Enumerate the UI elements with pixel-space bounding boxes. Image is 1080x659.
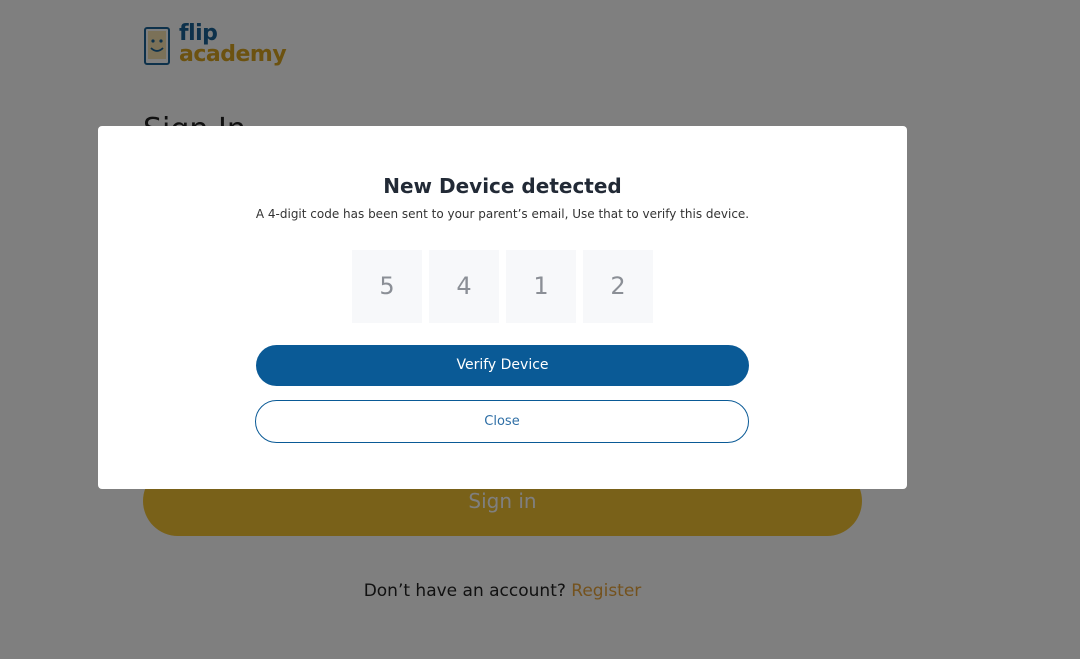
verify-device-button[interactable]: Verify Device — [256, 345, 749, 386]
code-digit-2[interactable] — [429, 250, 499, 323]
verification-code-inputs — [352, 250, 653, 323]
new-device-modal: New Device detected A 4-digit code has b… — [98, 126, 907, 489]
code-digit-4[interactable] — [583, 250, 653, 323]
code-digit-3[interactable] — [506, 250, 576, 323]
modal-subtitle: A 4-digit code has been sent to your par… — [255, 207, 750, 221]
modal-title: New Device detected — [383, 174, 622, 198]
close-button[interactable]: Close — [255, 400, 749, 443]
code-digit-1[interactable] — [352, 250, 422, 323]
